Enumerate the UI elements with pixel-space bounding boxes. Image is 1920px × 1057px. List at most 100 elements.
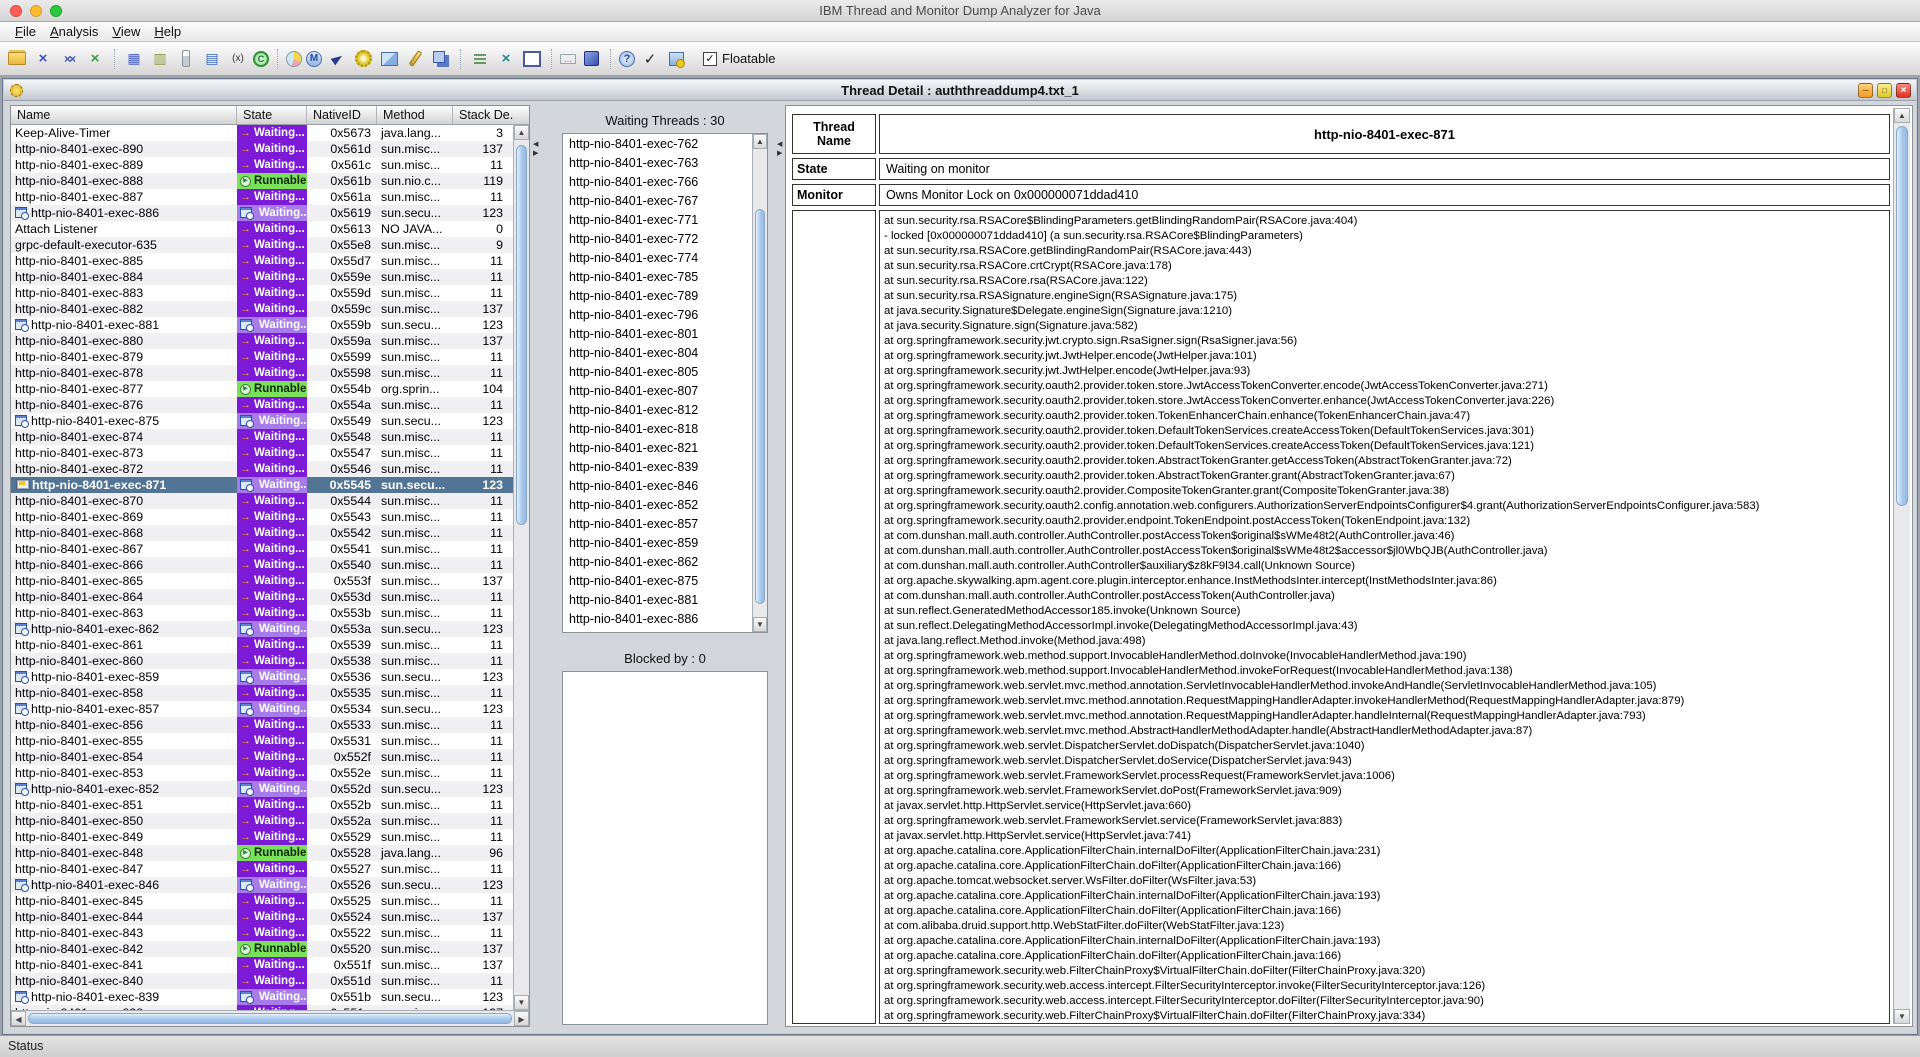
waiting-thread-item[interactable]: http-nio-8401-exec-804 (563, 344, 752, 363)
menu-analysis[interactable]: Analysis (43, 24, 105, 39)
thread-row[interactable]: http-nio-8401-exec-842▶Runnable0x5520sun… (11, 941, 513, 957)
expression-icon[interactable]: (x) (227, 48, 249, 70)
column-header-nativeid[interactable]: NativeID (307, 106, 377, 124)
waiting-thread-item[interactable]: http-nio-8401-exec-766 (563, 173, 752, 192)
waiting-thread-item[interactable]: http-nio-8401-exec-789 (563, 287, 752, 306)
open-file-icon[interactable] (6, 48, 28, 70)
thread-row[interactable]: http-nio-8401-exec-843→Waiting...0x5522s… (11, 925, 513, 941)
thread-row[interactable]: http-nio-8401-exec-850→Waiting...0x552as… (11, 813, 513, 829)
thread-row[interactable]: http-nio-8401-exec-851→Waiting...0x552bs… (11, 797, 513, 813)
waiting-thread-item[interactable]: http-nio-8401-exec-762 (563, 135, 752, 154)
thread-row[interactable]: http-nio-8401-exec-871Waiting...0x5545su… (11, 477, 513, 493)
waiting-thread-item[interactable]: http-nio-8401-exec-801 (563, 325, 752, 344)
scroll-up-icon[interactable]: ▲ (514, 125, 529, 140)
waiting-thread-item[interactable]: http-nio-8401-exec-805 (563, 363, 752, 382)
waiting-thread-item[interactable]: http-nio-8401-exec-772 (563, 230, 752, 249)
thread-row[interactable]: http-nio-8401-exec-881Waiting...0x559bsu… (11, 317, 513, 333)
scroll-down-icon[interactable]: ▼ (514, 995, 529, 1010)
thread-list-icon[interactable] (469, 48, 491, 70)
thread-row[interactable]: http-nio-8401-exec-854→Waiting...0x552fs… (11, 749, 513, 765)
thread-row[interactable]: http-nio-8401-exec-864→Waiting...0x553ds… (11, 589, 513, 605)
settings-image-icon[interactable] (665, 48, 687, 70)
waiting-thread-item[interactable]: http-nio-8401-exec-812 (563, 401, 752, 420)
monitor-detail-icon[interactable]: ▤ (201, 48, 223, 70)
waiting-thread-item[interactable]: http-nio-8401-exec-785 (563, 268, 752, 287)
monitor-m-icon[interactable]: M (306, 51, 322, 67)
thread-row[interactable]: http-nio-8401-exec-878→Waiting...0x5598s… (11, 365, 513, 381)
thread-row[interactable]: http-nio-8401-exec-856→Waiting...0x5533s… (11, 717, 513, 733)
thread-row[interactable]: http-nio-8401-exec-841→Waiting...0x551fs… (11, 957, 513, 973)
thread-table-hscrollbar[interactable]: ◀ ▶ (11, 1010, 529, 1026)
thread-row[interactable]: http-nio-8401-exec-839Waiting...0x551bsu… (11, 989, 513, 1005)
gc-icon[interactable]: C (253, 51, 269, 67)
help-icon[interactable]: ? (619, 51, 635, 67)
waiting-thread-item[interactable]: http-nio-8401-exec-821 (563, 439, 752, 458)
pie-chart-icon[interactable] (286, 51, 302, 67)
thread-row[interactable]: http-nio-8401-exec-870→Waiting...0x5544s… (11, 493, 513, 509)
thread-row[interactable]: http-nio-8401-exec-888▶Runnable0x561bsun… (11, 173, 513, 189)
screenshot-icon[interactable] (378, 48, 400, 70)
scroll-thumb[interactable] (1896, 126, 1908, 506)
document-titlebar[interactable]: Thread Detail : auththreaddump4.txt_1 – … (4, 80, 1916, 101)
thread-row[interactable]: http-nio-8401-exec-882→Waiting...0x559cs… (11, 301, 513, 317)
thread-row[interactable]: http-nio-8401-exec-872→Waiting...0x5546s… (11, 461, 513, 477)
waiting-thread-item[interactable]: http-nio-8401-exec-807 (563, 382, 752, 401)
window-blue-icon[interactable] (580, 48, 602, 70)
thread-row[interactable]: http-nio-8401-exec-853→Waiting...0x552es… (11, 765, 513, 781)
thread-row[interactable]: http-nio-8401-exec-840→Waiting...0x551ds… (11, 973, 513, 989)
waiting-thread-item[interactable]: http-nio-8401-exec-859 (563, 534, 752, 553)
thermometer-icon[interactable] (175, 48, 197, 70)
thread-row[interactable]: http-nio-8401-exec-862Waiting...0x553asu… (11, 621, 513, 637)
scroll-up-icon[interactable]: ▲ (753, 134, 767, 149)
waiting-thread-item[interactable]: http-nio-8401-exec-875 (563, 572, 752, 591)
splitter-left[interactable]: ◀ ▶ (533, 141, 542, 157)
thread-row[interactable]: http-nio-8401-exec-847→Waiting...0x5527s… (11, 861, 513, 877)
thread-table-vscrollbar[interactable]: ▲ ▼ (513, 125, 529, 1010)
window-minimize-button[interactable]: – (1858, 83, 1873, 98)
close-all-dumps-icon[interactable]: ×× (58, 48, 80, 70)
close-dump-icon[interactable]: × (32, 48, 54, 70)
thread-row[interactable]: http-nio-8401-exec-885→Waiting...0x55d7s… (11, 253, 513, 269)
column-header-method[interactable]: Method (377, 106, 453, 124)
thread-row[interactable]: http-nio-8401-exec-848▶Runnable0x5528jav… (11, 845, 513, 861)
thread-row[interactable]: http-nio-8401-exec-877▶Runnable0x554borg… (11, 381, 513, 397)
check-icon[interactable]: ✓ (639, 48, 661, 70)
waiting-thread-item[interactable]: http-nio-8401-exec-767 (563, 192, 752, 211)
expand-right-icon[interactable]: ▶ (533, 150, 542, 157)
window-maximize-button[interactable]: □ (1877, 83, 1892, 98)
window-close-button[interactable]: × (1896, 83, 1911, 98)
collapse-left-icon[interactable]: ◀ (533, 141, 542, 148)
column-header-name[interactable]: Name (11, 106, 237, 124)
thread-row[interactable]: http-nio-8401-exec-857Waiting...0x5534su… (11, 701, 513, 717)
thread-row[interactable]: http-nio-8401-exec-866→Waiting...0x5540s… (11, 557, 513, 573)
waiting-thread-item[interactable]: http-nio-8401-exec-774 (563, 249, 752, 268)
thread-row[interactable]: http-nio-8401-exec-889→Waiting...0x561cs… (11, 157, 513, 173)
thread-row[interactable]: http-nio-8401-exec-890→Waiting...0x561ds… (11, 141, 513, 157)
waiting-thread-item[interactable]: http-nio-8401-exec-771 (563, 211, 752, 230)
column-header-state[interactable]: State (237, 106, 307, 124)
detail-vscrollbar[interactable]: ▲ ▼ (1893, 108, 1910, 1024)
column-header-stackdepth[interactable]: Stack De... (453, 106, 513, 124)
thread-row[interactable]: http-nio-8401-exec-886Waiting...0x5619su… (11, 205, 513, 221)
thread-row[interactable]: http-nio-8401-exec-873→Waiting...0x5547s… (11, 445, 513, 461)
thread-row[interactable]: http-nio-8401-exec-865→Waiting...0x553fs… (11, 573, 513, 589)
thread-row[interactable]: http-nio-8401-exec-855→Waiting...0x5531s… (11, 733, 513, 749)
menu-view[interactable]: View (105, 24, 147, 39)
waiting-thread-item[interactable]: http-nio-8401-exec-818 (563, 420, 752, 439)
menu-help[interactable]: Help (147, 24, 188, 39)
copy-icon[interactable] (430, 48, 452, 70)
waiting-thread-item[interactable]: http-nio-8401-exec-839 (563, 458, 752, 477)
thread-row[interactable]: http-nio-8401-exec-852Waiting...0x552dsu… (11, 781, 513, 797)
scroll-up-icon[interactable]: ▲ (1894, 108, 1910, 123)
thread-row[interactable]: Keep-Alive-Timer→Waiting...0x5673java.la… (11, 125, 513, 141)
thread-row[interactable]: http-nio-8401-exec-860→Waiting...0x5538s… (11, 653, 513, 669)
thread-row[interactable]: http-nio-8401-exec-883→Waiting...0x559ds… (11, 285, 513, 301)
waiting-thread-item[interactable]: http-nio-8401-exec-852 (563, 496, 752, 515)
scroll-down-icon[interactable]: ▼ (1894, 1009, 1910, 1024)
thread-row[interactable]: grpc-default-executor-635→Waiting...0x55… (11, 237, 513, 253)
thread-row[interactable]: http-nio-8401-exec-869→Waiting...0x5543s… (11, 509, 513, 525)
waiting-thread-item[interactable]: http-nio-8401-exec-862 (563, 553, 752, 572)
waiting-thread-item[interactable]: http-nio-8401-exec-763 (563, 154, 752, 173)
scroll-right-icon[interactable]: ▶ (514, 1011, 529, 1026)
floatable-checkbox[interactable]: ✓ Floatable (703, 51, 775, 66)
